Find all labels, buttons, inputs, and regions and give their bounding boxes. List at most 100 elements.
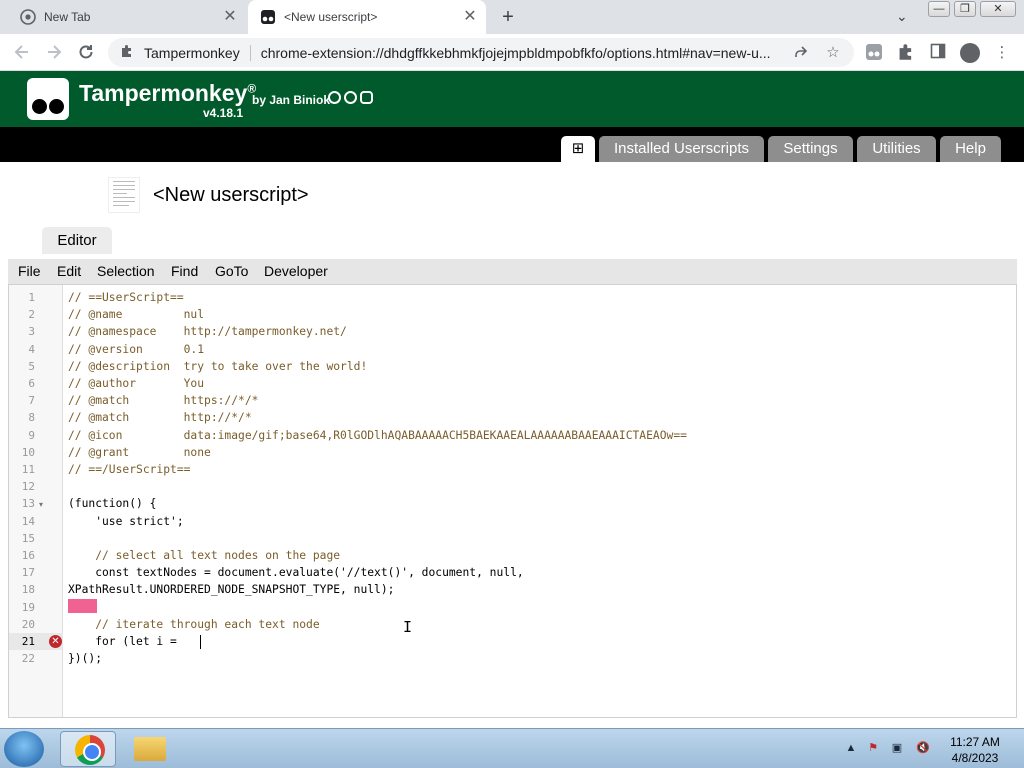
code-line[interactable]: const textNodes = document.evaluate('//t… xyxy=(68,564,523,581)
code-line[interactable]: // @match https://*/* xyxy=(68,392,258,409)
line-number: 8 xyxy=(28,411,35,425)
clock-date: 4/8/2023 xyxy=(951,751,999,765)
tab-utilities[interactable]: Utilities xyxy=(857,136,936,162)
share-icon[interactable] xyxy=(792,44,810,62)
close-window-button[interactable]: ✕ xyxy=(980,1,1016,17)
url-origin: Tampermonkey xyxy=(144,44,240,61)
fold-arrow-icon[interactable]: ▾ xyxy=(39,500,43,509)
code-line[interactable]: // @name nul xyxy=(68,306,204,323)
code-line[interactable]: (function() { xyxy=(68,495,156,512)
bookmark-star-icon[interactable]: ☆ xyxy=(824,44,842,62)
system-clock[interactable]: 11:27 AM 4/8/2023 xyxy=(940,734,1010,766)
error-icon[interactable]: ✕ xyxy=(49,635,62,648)
tampermonkey-logo xyxy=(27,78,69,120)
line-number: 10 xyxy=(21,445,35,459)
code-line[interactable]: // ==/UserScript== xyxy=(68,461,190,478)
editor-menubar: File Edit Selection Find GoTo Developer xyxy=(8,259,1017,285)
taskbar-chrome[interactable] xyxy=(60,731,116,767)
line-number: 2 xyxy=(28,308,35,322)
network-icon[interactable]: ▣ xyxy=(890,741,904,755)
code-line[interactable]: // iterate through each text node xyxy=(68,616,319,633)
minimize-button[interactable]: — xyxy=(928,1,950,17)
close-tab-icon[interactable]: ✕ xyxy=(222,9,238,25)
address-bar[interactable]: Tampermonkey chrome-extension://dhdgffkk… xyxy=(108,38,854,67)
menu-kebab-icon[interactable]: ⋮ xyxy=(992,43,1012,63)
profile-avatar[interactable] xyxy=(960,43,980,63)
volume-muted-icon[interactable]: 🔇 xyxy=(916,741,930,755)
close-tab-icon[interactable]: ✕ xyxy=(462,9,478,25)
text-cursor xyxy=(200,635,201,649)
tab-new-userscript[interactable]: <New userscript> ✕ xyxy=(248,0,486,34)
tampermonkey-header: Tampermonkey® by Jan Biniok v4.18.1 xyxy=(0,71,1024,127)
browser-tab-strip: New Tab ✕ <New userscript> ✕ + ⌄ — ❐ ✕ xyxy=(0,0,1024,34)
taskbar-explorer[interactable] xyxy=(122,731,178,767)
line-number: 13 xyxy=(21,497,35,511)
script-title: <New userscript> xyxy=(153,184,309,206)
app-title: Tampermonkey® xyxy=(79,80,257,106)
script-thumbnail xyxy=(108,177,140,213)
maximize-button[interactable]: ❐ xyxy=(954,1,976,17)
facebook-icon[interactable] xyxy=(344,91,357,104)
line-number: 7 xyxy=(28,394,35,408)
windows-taskbar: ▲ ⚑ ▣ 🔇 11:27 AM 4/8/2023 xyxy=(0,728,1024,768)
show-hidden-icons[interactable]: ▲ xyxy=(844,741,858,755)
tab-help[interactable]: Help xyxy=(940,136,1001,162)
line-number: 12 xyxy=(21,480,35,494)
code-line[interactable]: // @version 0.1 xyxy=(68,341,204,358)
chrome-icon xyxy=(75,735,105,765)
tab-new-script[interactable]: ⊞ xyxy=(561,136,595,162)
line-number: 22 xyxy=(21,652,35,666)
code-line[interactable]: // select all text nodes on the page xyxy=(68,547,340,564)
code-line[interactable]: // @grant none xyxy=(68,444,211,461)
url-text[interactable]: chrome-extension://dhdgffkkebhmkfjojejmp… xyxy=(261,45,791,61)
menu-developer[interactable]: Developer xyxy=(264,263,328,279)
github-icon[interactable] xyxy=(328,91,341,104)
reload-icon[interactable] xyxy=(76,42,96,62)
tab-installed-userscripts[interactable]: Installed Userscripts xyxy=(599,136,764,162)
tab-title: <New userscript> xyxy=(284,10,378,24)
code-line[interactable]: })(); xyxy=(68,650,102,667)
line-number: 6 xyxy=(28,377,35,390)
extension-icon xyxy=(120,44,136,61)
menu-goto[interactable]: GoTo xyxy=(215,263,248,279)
line-number: 4 xyxy=(28,342,35,356)
folder-icon xyxy=(134,737,166,761)
action-center-icon[interactable]: ⚑ xyxy=(866,741,880,755)
tampermonkey-nav: ⊞ Installed Userscripts Settings Utiliti… xyxy=(0,127,1024,162)
code-editor[interactable]: 1 2 3 4 5 6 7 8 9 10 11 12 13 14 15 16 17 18 19 20 21 22 ▾ ✕ … xyxy=(8,285,1017,718)
side-panel-icon[interactable] xyxy=(928,43,948,63)
clock-time: 11:27 AM xyxy=(950,735,1000,749)
menu-selection[interactable]: Selection xyxy=(97,263,155,279)
tab-editor[interactable]: Editor xyxy=(42,227,112,254)
line-number: 1 xyxy=(28,291,35,304)
extensions-puzzle-icon[interactable] xyxy=(896,43,916,63)
back-icon[interactable] xyxy=(12,42,32,62)
author-link[interactable]: by Jan Biniok xyxy=(252,93,330,107)
line-gutter: 1 2 3 4 5 6 7 8 9 10 11 12 13 14 15 16 17 18 19 20 21 22 ▾ ✕ xyxy=(9,285,63,717)
tab-settings[interactable]: Settings xyxy=(768,136,853,162)
forward-icon[interactable] xyxy=(44,42,64,62)
code-line[interactable]: 'use strict'; xyxy=(68,513,183,530)
code-line[interactable]: XPathResult.UNORDERED_NODE_SNAPSHOT_TYPE… xyxy=(68,581,394,598)
code-line[interactable]: // @match http://*/* xyxy=(68,409,252,426)
menu-file[interactable]: File xyxy=(18,263,41,279)
tab-new-tab[interactable]: New Tab ✕ xyxy=(8,0,246,34)
ibeam-cursor-icon: I xyxy=(403,618,413,636)
chrome-icon xyxy=(20,9,36,25)
menu-edit[interactable]: Edit xyxy=(57,263,81,279)
start-button[interactable] xyxy=(4,731,44,767)
tampermonkey-icon xyxy=(260,9,276,25)
code-line[interactable]: // ==UserScript== xyxy=(68,289,184,306)
instagram-icon[interactable] xyxy=(360,91,373,104)
tab-title: New Tab xyxy=(44,10,91,24)
tab-search-icon[interactable]: ⌄ xyxy=(896,8,914,26)
code-line[interactable]: for (let i = xyxy=(68,633,184,650)
new-tab-button[interactable]: + xyxy=(498,7,518,27)
code-line[interactable]: // @namespace http://tampermonkey.net/ xyxy=(68,323,347,340)
tampermonkey-extension-icon[interactable] xyxy=(864,43,884,63)
line-number: 17 xyxy=(21,566,35,580)
menu-find[interactable]: Find xyxy=(171,263,198,279)
code-line[interactable]: // @icon data:image/gif;base64,R0lGODlhA… xyxy=(68,427,687,444)
code-line[interactable]: // @description try to take over the wor… xyxy=(68,358,367,375)
code-line[interactable]: // @author You xyxy=(68,375,204,392)
